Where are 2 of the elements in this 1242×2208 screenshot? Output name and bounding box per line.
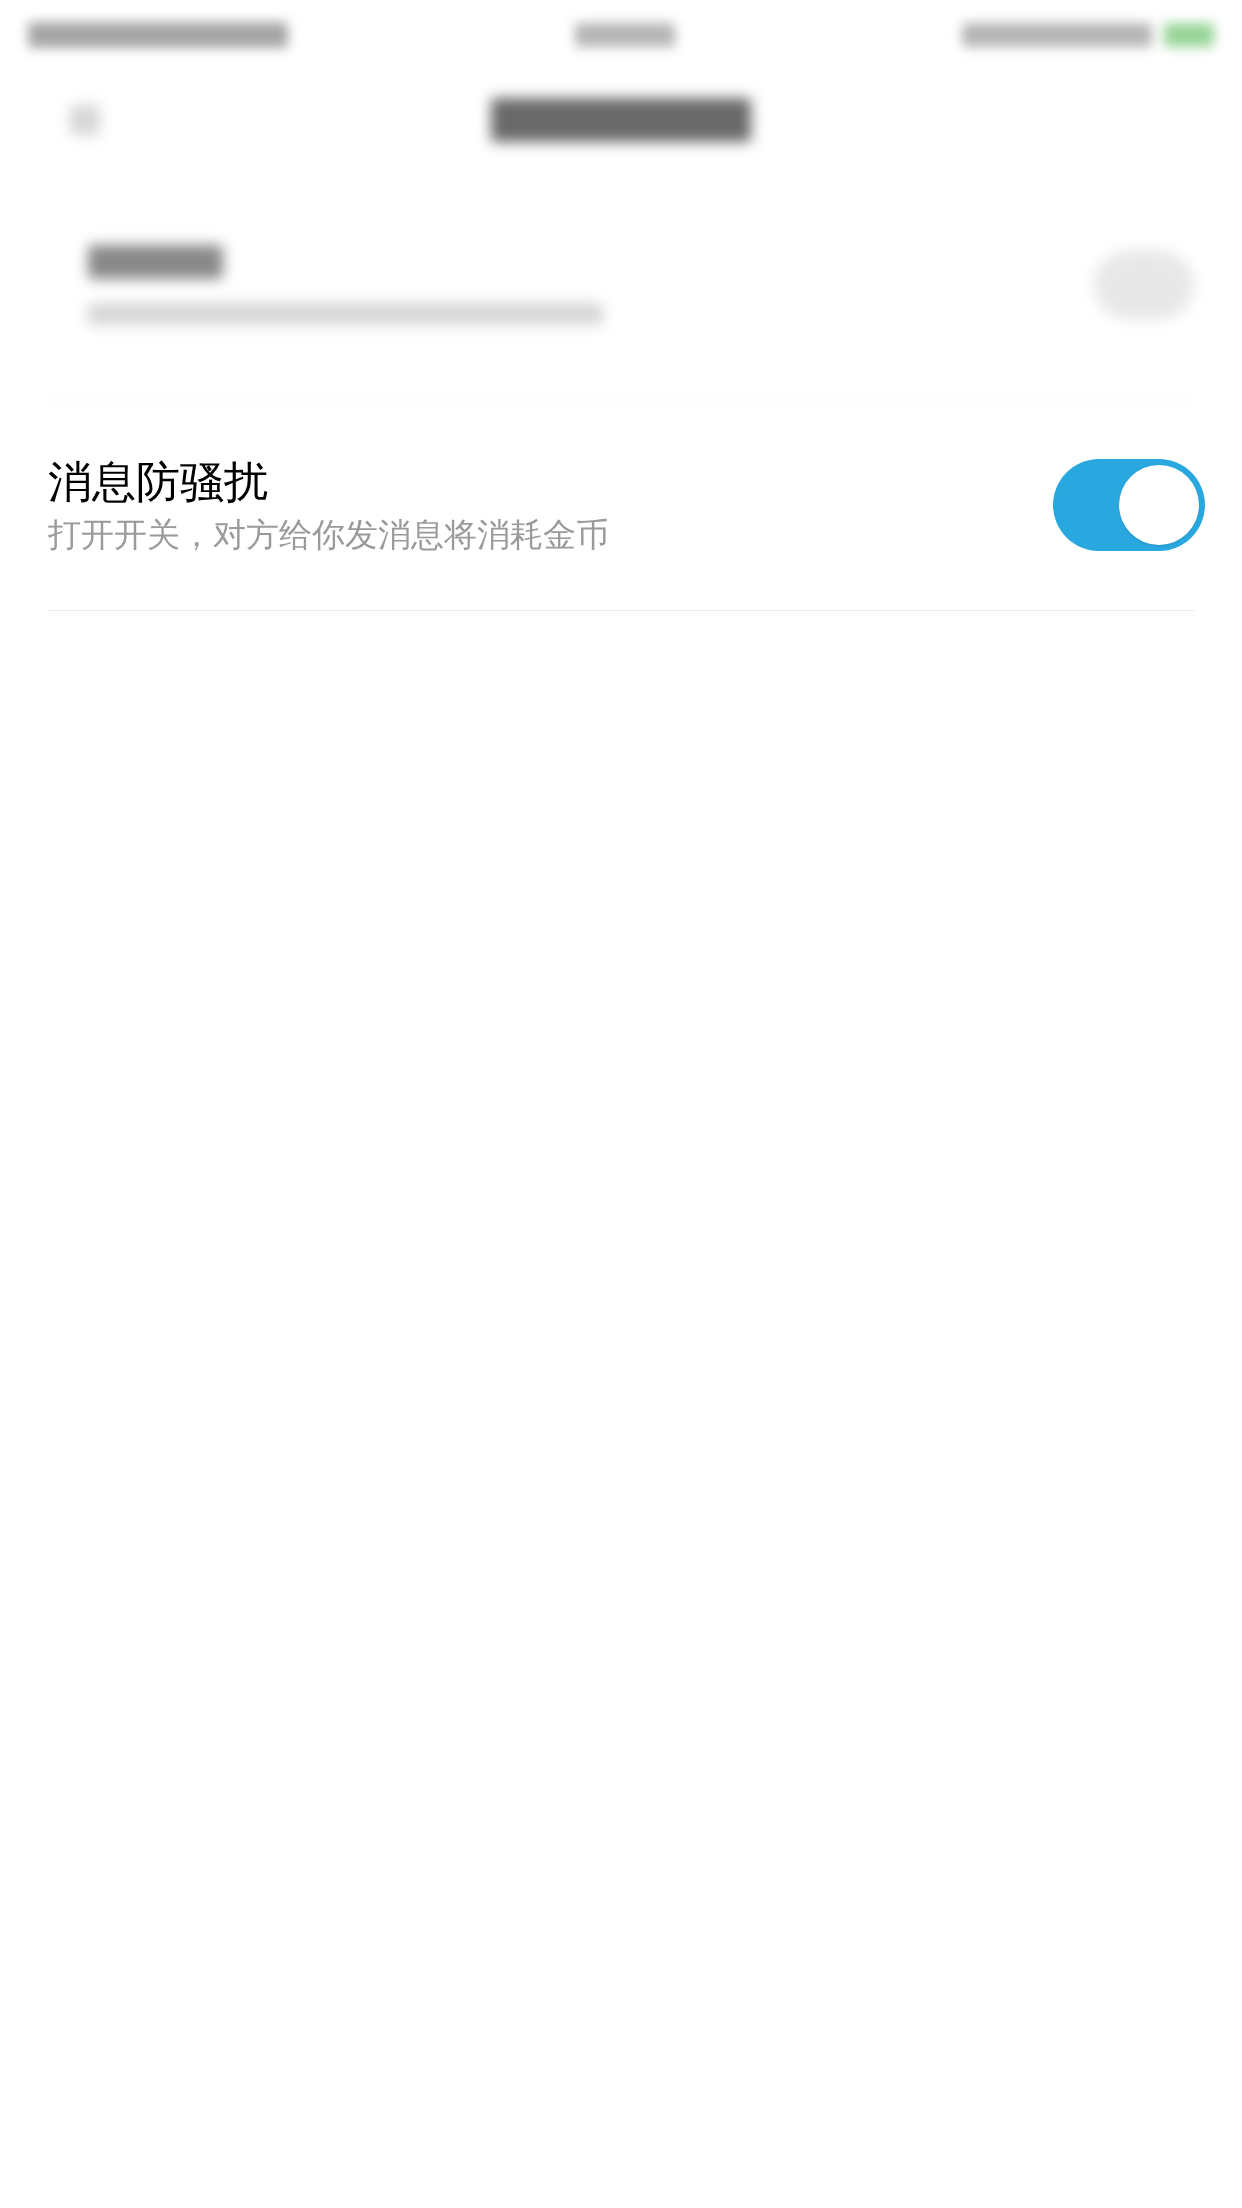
setting-title: 消息防骚扰 <box>48 459 269 504</box>
setting-description: 打开开关，对方给你发消息将消耗金币 <box>48 517 609 551</box>
